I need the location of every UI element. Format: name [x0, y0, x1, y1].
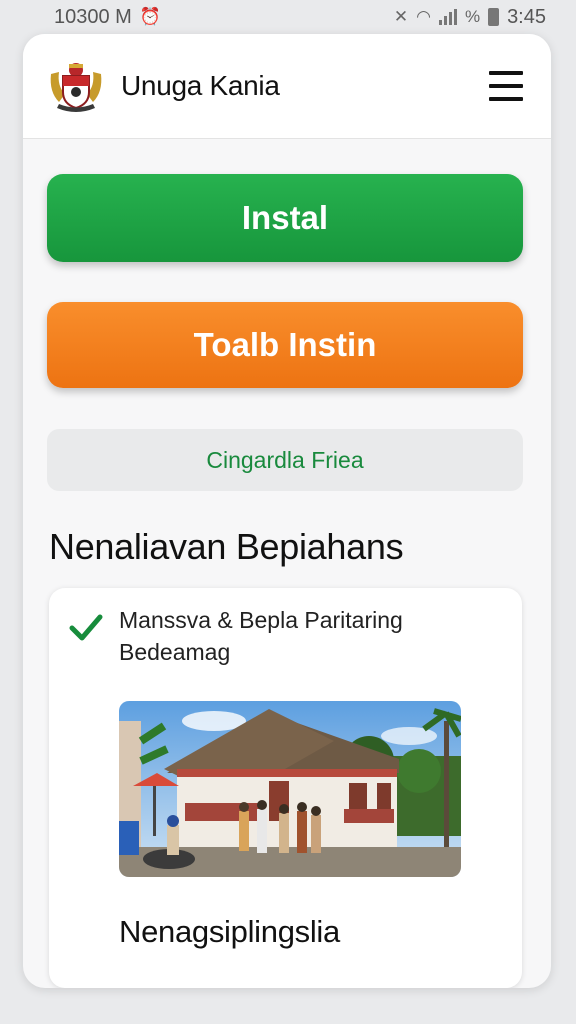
- status-time-left: 10300 M: [54, 5, 132, 28]
- hamburger-menu-icon[interactable]: [489, 71, 523, 101]
- secondary-action-button[interactable]: Toalb Instin: [47, 302, 523, 388]
- app-card: Unuga Kania Instal Toalb Instin Cingardl…: [23, 34, 551, 988]
- check-icon: [69, 614, 103, 641]
- battery-icon: [488, 8, 500, 26]
- tertiary-action-button[interactable]: Cingardla Friea: [47, 429, 523, 491]
- install-button[interactable]: Instal: [47, 174, 523, 262]
- feature-card: Manssva & Bepla Paritaring Bedeamag Nena…: [49, 588, 522, 988]
- section-title: Nenaliavan Bepiahans: [49, 526, 404, 567]
- coat-of-arms-logo: [50, 63, 102, 112]
- status-time-right: 3:45: [507, 5, 546, 28]
- alarm-icon: ⏰: [139, 7, 162, 26]
- photo-caption: Nenagsiplingslia: [119, 914, 340, 949]
- mute-icon: ✕: [393, 7, 409, 26]
- feature-description: Manssva & Bepla Paritaring Bedeamag: [119, 607, 403, 665]
- signal-icon: [438, 9, 457, 25]
- status-bar: 10300 M ⏰ ✕ ◠ % 3:45: [0, 0, 576, 34]
- house-photo: [119, 701, 461, 877]
- app-title: Unuga Kania: [121, 70, 280, 101]
- data-icon: %: [464, 7, 481, 26]
- wifi-icon: ◠: [416, 7, 431, 26]
- app-header: Unuga Kania: [23, 34, 551, 139]
